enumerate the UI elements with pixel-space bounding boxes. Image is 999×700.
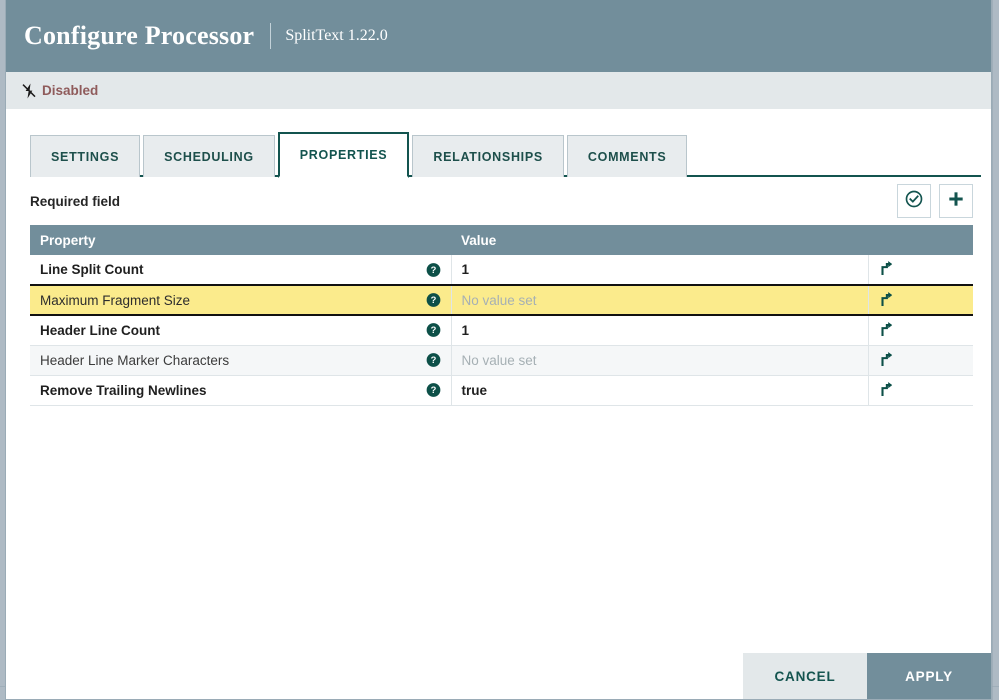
check-circle-icon bbox=[904, 189, 924, 214]
table-row[interactable]: Header Line Count ? 1 bbox=[30, 315, 973, 346]
table-row[interactable]: Line Split Count ? 1 bbox=[30, 255, 973, 286]
property-name: Remove Trailing Newlines bbox=[40, 382, 207, 398]
help-circle-icon[interactable]: ? bbox=[426, 323, 441, 338]
arrow-up-right-icon[interactable] bbox=[879, 291, 893, 310]
table-header: Property Value bbox=[30, 225, 973, 255]
property-action-cell bbox=[867, 315, 973, 346]
dialog-title: Configure Processor bbox=[24, 21, 255, 50]
table-body: Line Split Count ? 1 Maximum Fragment Si… bbox=[30, 255, 973, 406]
verify-properties-button[interactable] bbox=[897, 184, 931, 218]
tab-relationships[interactable]: RELATIONSHIPS bbox=[412, 135, 564, 177]
property-name-cell: Header Line Count ? bbox=[30, 315, 451, 346]
tab-settings[interactable]: SETTINGS bbox=[30, 135, 141, 177]
required-field-label: Required field bbox=[30, 193, 121, 209]
help-circle-icon[interactable]: ? bbox=[426, 383, 441, 398]
dialog-header: Configure Processor SplitText 1.22.0 bbox=[6, 0, 991, 72]
svg-text:?: ? bbox=[430, 385, 436, 395]
svg-text:?: ? bbox=[430, 265, 436, 275]
dialog-footer: CANCEL APPLY bbox=[6, 653, 991, 699]
property-value-cell[interactable]: No value set bbox=[450, 284, 868, 316]
property-value-cell[interactable]: 1 bbox=[450, 315, 868, 346]
tab-comments[interactable]: COMMENTS bbox=[566, 135, 688, 177]
help-circle-icon[interactable]: ? bbox=[426, 262, 441, 277]
svg-text:?: ? bbox=[430, 325, 436, 335]
cancel-button[interactable]: CANCEL bbox=[743, 653, 867, 699]
flash-off-icon bbox=[20, 82, 38, 100]
svg-text:?: ? bbox=[430, 295, 436, 305]
property-name-cell: Header Line Marker Characters ? bbox=[30, 345, 451, 376]
title-divider bbox=[270, 23, 272, 49]
processor-name-version: SplitText 1.22.0 bbox=[285, 27, 388, 44]
plus-icon bbox=[946, 189, 966, 214]
property-value-cell[interactable]: true bbox=[450, 375, 868, 406]
property-name: Header Line Marker Characters bbox=[40, 352, 230, 368]
property-value-cell[interactable]: 1 bbox=[450, 255, 868, 286]
arrow-up-right-icon[interactable] bbox=[879, 260, 893, 279]
svg-text:?: ? bbox=[430, 355, 436, 365]
tab-bar: SETTINGS SCHEDULING PROPERTIES RELATIONS… bbox=[6, 129, 991, 178]
tab-scheduling[interactable]: SCHEDULING bbox=[143, 135, 275, 177]
configure-processor-dialog: Configure Processor SplitText 1.22.0 Dis… bbox=[5, 0, 992, 700]
tab-properties[interactable]: PROPERTIES bbox=[277, 132, 410, 178]
property-value-cell[interactable]: No value set bbox=[450, 345, 868, 376]
arrow-up-right-icon[interactable] bbox=[879, 351, 893, 370]
arrow-up-right-icon[interactable] bbox=[879, 321, 893, 340]
properties-table-area: Property Value Line Split Count ? 1 Maxi… bbox=[6, 225, 991, 653]
help-circle-icon[interactable]: ? bbox=[426, 293, 441, 308]
property-action-cell bbox=[867, 255, 973, 286]
column-header-property: Property bbox=[30, 225, 451, 255]
add-property-button[interactable] bbox=[939, 184, 973, 218]
backdrop-gridline bbox=[992, 0, 993, 700]
property-name-cell: Remove Trailing Newlines ? bbox=[30, 375, 451, 406]
table-row[interactable]: Header Line Marker Characters ? No value… bbox=[30, 345, 973, 376]
property-action-cell bbox=[867, 284, 973, 316]
property-name: Header Line Count bbox=[40, 322, 161, 338]
status-bar: Disabled bbox=[6, 72, 991, 110]
property-name: Maximum Fragment Size bbox=[40, 292, 191, 308]
table-row[interactable]: Remove Trailing Newlines ? true bbox=[30, 375, 973, 406]
table-header-row: Property Value bbox=[30, 225, 973, 255]
property-name-cell: Line Split Count ? bbox=[30, 255, 451, 286]
help-circle-icon[interactable]: ? bbox=[426, 353, 441, 368]
property-name: Line Split Count bbox=[40, 262, 144, 277]
column-header-value: Value bbox=[451, 225, 868, 255]
apply-button[interactable]: APPLY bbox=[867, 653, 991, 699]
property-name-cell: Maximum Fragment Size ? bbox=[30, 284, 451, 316]
table-row[interactable]: Maximum Fragment Size ? No value set bbox=[30, 284, 973, 316]
column-header-actions bbox=[868, 225, 973, 255]
screen: Configure Processor SplitText 1.22.0 Dis… bbox=[0, 0, 999, 700]
properties-table: Property Value Line Split Count ? 1 Maxi… bbox=[30, 225, 973, 406]
arrow-up-right-icon[interactable] bbox=[879, 381, 893, 400]
properties-toolbar: Required field bbox=[6, 177, 991, 225]
status-label: Disabled bbox=[42, 83, 99, 98]
property-action-cell bbox=[867, 345, 973, 376]
property-action-cell bbox=[867, 375, 973, 406]
